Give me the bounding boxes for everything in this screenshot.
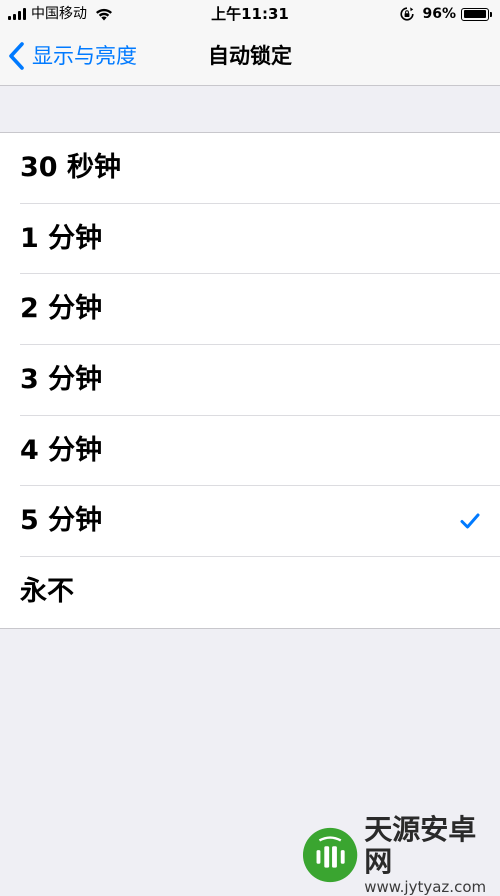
status-right: 96% <box>400 5 492 23</box>
navigation-bar: 显示与亮度 自动锁定 <box>0 28 500 86</box>
option-label: 1 分钟 <box>20 222 103 254</box>
option-5-minutes[interactable]: 5 分钟 <box>0 486 500 558</box>
option-1-minute[interactable]: 1 分钟 <box>0 204 500 275</box>
battery-icon <box>461 7 489 21</box>
watermark-name: 天源安卓网 <box>364 813 477 878</box>
option-30-seconds[interactable]: 30 秒钟 <box>0 133 500 204</box>
option-label: 4 分钟 <box>20 434 103 466</box>
option-never[interactable]: 永不 <box>0 557 500 628</box>
watermark: 天源安卓网 www.jytyaz.com <box>302 814 500 896</box>
battery-percentage: 96% <box>422 6 456 22</box>
status-bar: 中国移动 上午11:31 96% <box>0 0 500 28</box>
orientation-lock-icon <box>400 7 415 21</box>
option-4-minutes[interactable]: 4 分钟 <box>0 416 500 487</box>
option-2-minutes[interactable]: 2 分钟 <box>0 274 500 346</box>
battery-fill <box>463 10 486 18</box>
option-label: 30 秒钟 <box>20 152 121 183</box>
option-label: 永不 <box>20 576 74 608</box>
android-logo-icon <box>302 827 358 883</box>
auto-lock-options-list: 30 秒钟 1 分钟 2 分钟 3 分钟 4 分钟 5 分钟 永不 <box>0 132 500 629</box>
watermark-url: www.jytyaz.com <box>364 878 487 896</box>
option-3-minutes[interactable]: 3 分钟 <box>0 345 500 416</box>
page-title: 自动锁定 <box>208 44 292 68</box>
checkmark-icon <box>460 513 480 529</box>
option-label: 5 分钟 <box>20 505 103 537</box>
battery-tip <box>490 11 492 17</box>
option-label: 3 分钟 <box>20 364 103 396</box>
option-label: 2 分钟 <box>20 293 103 325</box>
watermark-text: 天源安卓网 www.jytyaz.com <box>364 814 500 896</box>
